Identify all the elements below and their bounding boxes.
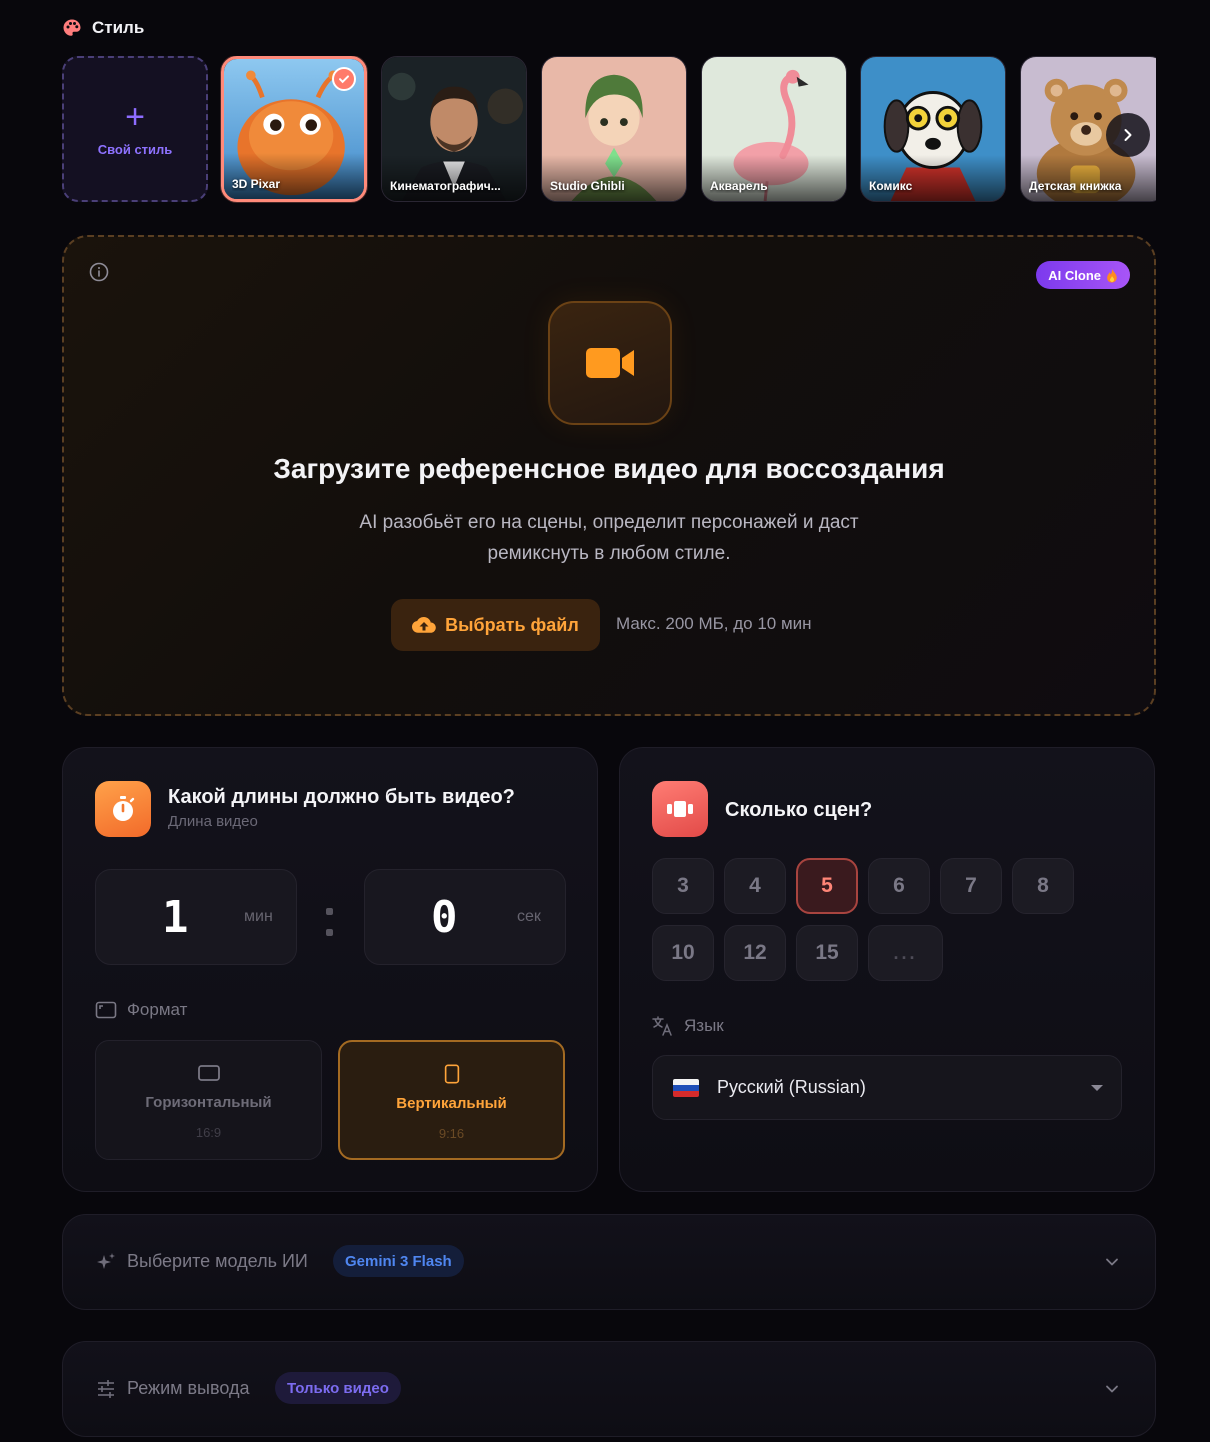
video-upload-dropzone[interactable]: AI Clone Загрузите референсное видео для…: [62, 235, 1156, 716]
card-gradient: [1021, 155, 1156, 201]
choose-file-button[interactable]: Выбрать файл: [391, 599, 600, 651]
plus-icon: +: [125, 97, 145, 136]
ai-model-accordion[interactable]: Выберите модель ИИ Gemini 3 Flash: [62, 1214, 1156, 1310]
fire-icon: [1107, 268, 1117, 282]
card-gradient: [224, 153, 364, 199]
info-icon[interactable]: [88, 261, 110, 283]
stopwatch-icon: [95, 781, 151, 837]
custom-style-label: Свой стиль: [97, 141, 173, 157]
minutes-unit: мин: [244, 908, 273, 925]
minutes-input[interactable]: 1 мин: [95, 869, 297, 965]
style-card-cinematic[interactable]: Кинематографич...: [381, 56, 527, 202]
scenes-icon: [652, 781, 708, 837]
scene-option-15[interactable]: 15: [796, 925, 858, 981]
cloud-upload-icon: [412, 617, 436, 633]
russia-flag-icon: [673, 1078, 699, 1097]
chevron-down-icon: [1106, 1258, 1118, 1266]
language-label-text: Язык: [684, 1016, 724, 1035]
upload-description-line2: ремикснуть в любом стиле.: [487, 543, 731, 564]
style-card-label: Акварель: [710, 179, 768, 193]
ai-model-value-pill: Gemini 3 Flash: [333, 1245, 464, 1277]
format-option-label: Вертикальный: [396, 1095, 507, 1112]
card-gradient: [861, 155, 1005, 201]
style-card-label: Кинематографич...: [390, 179, 501, 193]
scene-option-3[interactable]: 3: [652, 858, 714, 914]
format-option-ratio: 9:16: [438, 1126, 465, 1141]
seconds-value: 0: [431, 892, 458, 943]
style-card-studio-ghibli[interactable]: Studio Ghibli: [541, 56, 687, 202]
check-icon: [332, 67, 356, 91]
scene-option-6[interactable]: 6: [868, 858, 930, 914]
output-mode-value-pill: Только видео: [275, 1372, 401, 1404]
format-horizontal-option[interactable]: Горизонтальный 16:9: [95, 1040, 322, 1160]
format-option-label: Горизонтальный: [145, 1094, 272, 1111]
scene-option-5[interactable]: 5: [796, 858, 858, 914]
style-card-label: Детская книжка: [1029, 179, 1122, 193]
landscape-icon: [197, 1065, 220, 1081]
language-value: Русский (Russian): [717, 1077, 866, 1097]
format-label: Формат: [95, 1000, 187, 1020]
card-gradient: [702, 155, 846, 201]
style-carousel: + Свой стиль 3D Pixar Кинематографич... …: [62, 56, 1156, 204]
scene-option-10[interactable]: 10: [652, 925, 714, 981]
format-vertical-option[interactable]: Вертикальный 9:16: [338, 1040, 565, 1160]
style-section-header: Стиль: [62, 18, 144, 38]
scenes-panel: Сколько сцен? 3 4 5 6 7 8 10 12 15 ... Я…: [619, 747, 1155, 1192]
scene-option-4[interactable]: 4: [724, 858, 786, 914]
minutes-value: 1: [162, 892, 189, 943]
scene-option-more[interactable]: ...: [868, 925, 943, 981]
aspect-ratio-icon: [95, 1001, 117, 1019]
caret-down-icon: [1091, 1085, 1103, 1091]
seconds-input[interactable]: 0 сек: [364, 869, 566, 965]
style-card-comic[interactable]: Комикс: [860, 56, 1006, 202]
output-mode-accordion[interactable]: Режим вывода Только видео: [62, 1341, 1156, 1437]
output-mode-label: Режим вывода: [127, 1378, 250, 1398]
choose-file-label: Выбрать файл: [445, 614, 579, 635]
format-label-text: Формат: [127, 1000, 188, 1019]
duration-title: Какой длины должно быть видео?: [168, 786, 515, 808]
video-camera-icon: [548, 301, 672, 425]
translate-icon: [652, 1016, 672, 1036]
ai-clone-label: AI Clone: [1048, 267, 1101, 283]
upload-description-line1: AI разобьёт его на сцены, определит перс…: [359, 512, 859, 533]
card-gradient: [542, 155, 686, 201]
style-card-label: 3D Pixar: [232, 177, 281, 191]
sparkles-icon: [97, 1253, 115, 1269]
style-card-watercolor[interactable]: Акварель: [701, 56, 847, 202]
style-card-3d-pixar[interactable]: 3D Pixar: [221, 56, 367, 202]
upload-description: AI разобьёт его на сцены, определит перс…: [304, 507, 914, 569]
portrait-icon: [444, 1064, 459, 1084]
scene-option-8[interactable]: 8: [1012, 858, 1074, 914]
chevron-down-icon: [1106, 1385, 1118, 1393]
custom-style-button[interactable]: + Свой стиль: [62, 56, 208, 202]
scene-option-7[interactable]: 7: [940, 858, 1002, 914]
seconds-unit: сек: [517, 908, 541, 925]
file-limit-text: Макс. 200 МБ, до 10 мин: [616, 614, 812, 633]
carousel-next-button[interactable]: [1106, 113, 1150, 157]
style-card-label: Комикс: [869, 179, 913, 193]
upload-title: Загрузите референсное видео для воссозда…: [273, 453, 945, 484]
chevron-right-icon: [1124, 129, 1132, 141]
scene-option-12[interactable]: 12: [724, 925, 786, 981]
language-label: Язык: [652, 1016, 724, 1036]
time-separator: [325, 908, 333, 936]
palette-icon: [63, 19, 81, 36]
style-card-label: Studio Ghibli: [550, 179, 625, 193]
sliders-icon: [98, 1380, 114, 1398]
duration-panel: Какой длины должно быть видео? Длина вид…: [62, 747, 598, 1192]
style-section-title: Стиль: [92, 18, 145, 37]
ai-clone-badge: AI Clone: [1036, 261, 1130, 289]
ai-model-label: Выберите модель ИИ: [127, 1251, 308, 1271]
language-select[interactable]: Русский (Russian): [652, 1055, 1122, 1120]
duration-subtitle: Длина видео: [168, 813, 258, 830]
scenes-title: Сколько сцен?: [725, 799, 873, 821]
card-gradient: [382, 155, 526, 201]
format-option-ratio: 16:9: [195, 1125, 222, 1140]
